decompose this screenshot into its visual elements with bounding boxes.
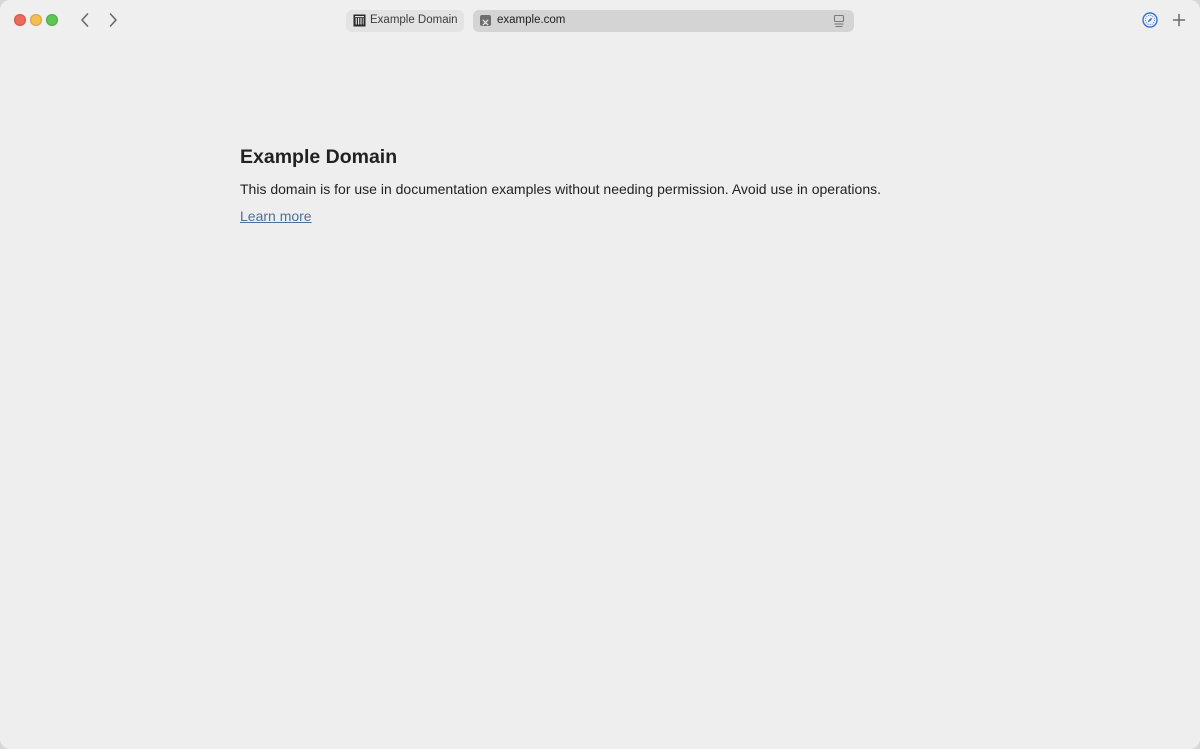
- reader-view-icon[interactable]: [832, 14, 846, 28]
- minimize-window-button[interactable]: [30, 14, 42, 26]
- chevron-left-icon: [81, 13, 89, 27]
- close-window-button[interactable]: [14, 14, 26, 26]
- back-button[interactable]: [75, 10, 95, 30]
- browser-window: Example Domain example.com Example Domai…: [0, 0, 1200, 749]
- chevron-right-icon: [109, 13, 117, 27]
- plus-icon[interactable]: [1170, 11, 1188, 29]
- page-description: This domain is for use in documentation …: [240, 181, 881, 197]
- site-favicon-icon: [480, 15, 491, 26]
- compass-icon[interactable]: [1141, 11, 1159, 29]
- browser-toolbar: Example Domain example.com: [0, 0, 1200, 40]
- zoom-window-button[interactable]: [46, 14, 58, 26]
- forward-button[interactable]: [103, 10, 123, 30]
- address-bar[interactable]: example.com: [473, 10, 854, 32]
- learn-more-link[interactable]: Learn more: [240, 208, 312, 224]
- page-heading: Example Domain: [240, 146, 398, 168]
- tab-example-domain[interactable]: Example Domain: [346, 10, 464, 32]
- address-url: example.com: [497, 14, 566, 26]
- building-columns-icon: [353, 14, 366, 27]
- tab-title: Example Domain: [370, 14, 458, 26]
- page-content: Example Domain This domain is for use in…: [0, 40, 1200, 749]
